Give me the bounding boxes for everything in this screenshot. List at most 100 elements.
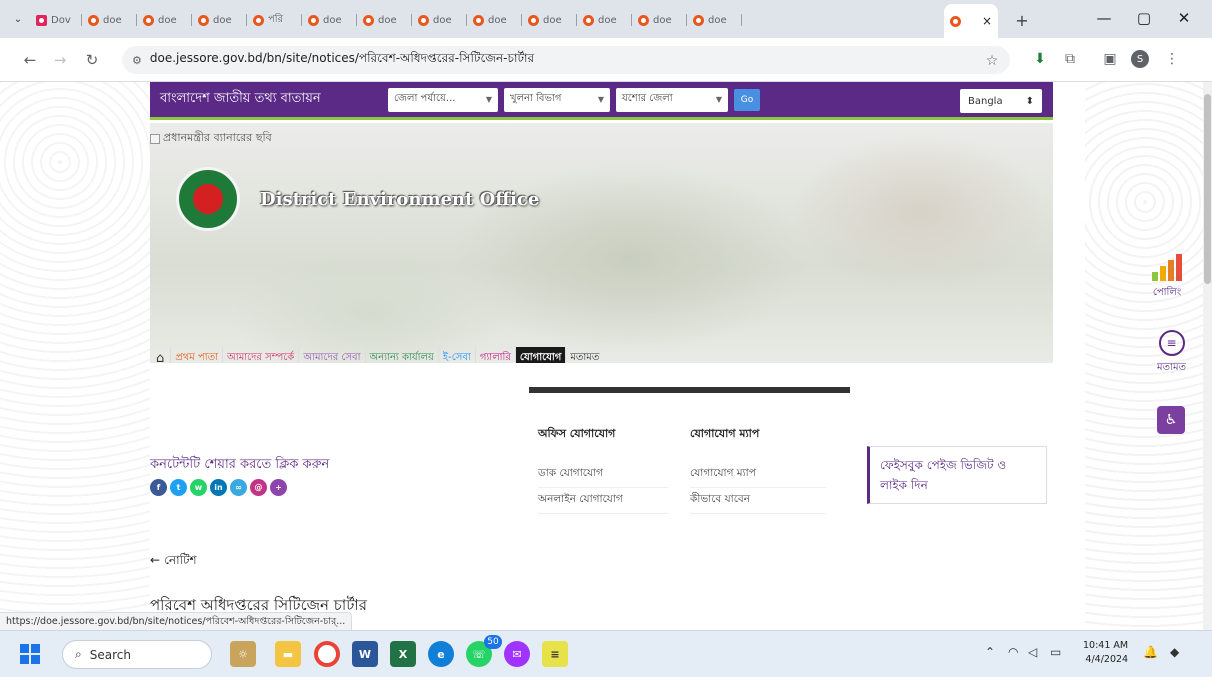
- tab-active[interactable]: ×: [944, 4, 998, 38]
- bookmark-star-icon[interactable]: ☆: [980, 49, 1004, 73]
- district-level-select[interactable]: জেলা পর্যায়ে... ▼: [388, 87, 498, 112]
- go-button[interactable]: Go: [734, 88, 760, 111]
- nav-contact[interactable]: যোগাযোগ: [515, 347, 567, 363]
- notepad-icon[interactable]: ≡: [542, 641, 568, 667]
- accessibility-widget[interactable]: ♿: [1157, 406, 1185, 434]
- government-seal-logo[interactable]: [176, 167, 240, 231]
- page-scrollbar[interactable]: [1203, 82, 1212, 630]
- tab-item[interactable]: doe: [467, 6, 522, 34]
- forward-arrow-icon[interactable]: →: [48, 48, 72, 72]
- side-panel-icon[interactable]: ▣: [1098, 47, 1122, 71]
- office-contact-column: অফিস যোগাযোগ ডাক যোগাযোগ অনলাইন যোগাযোগ: [538, 425, 668, 514]
- email-share-icon[interactable]: @: [250, 479, 267, 496]
- copilot-icon[interactable]: ◆: [1170, 645, 1179, 659]
- district-select[interactable]: যশোর জেলা ▼: [616, 87, 728, 112]
- nav-gallery[interactable]: গ্যালারি: [476, 347, 516, 363]
- tab-item[interactable]: পরি: [247, 6, 302, 34]
- how-to-go-link[interactable]: কীভাবে যাবেন: [690, 488, 826, 514]
- widget-icon[interactable]: ☼: [230, 641, 256, 667]
- poll-widget[interactable]: পোলিং: [1150, 252, 1184, 302]
- battery-icon[interactable]: ▭: [1050, 645, 1061, 659]
- notification-bell-icon[interactable]: 🔔: [1143, 645, 1158, 659]
- site-favicon-icon: [308, 14, 319, 26]
- new-tab-button[interactable]: +: [1010, 8, 1034, 32]
- back-arrow-icon[interactable]: ←: [18, 48, 42, 72]
- feedback-label: মতামত: [1157, 362, 1187, 373]
- site-favicon-icon: [88, 14, 99, 26]
- tab-item[interactable]: doe: [357, 6, 412, 34]
- tab-item[interactable]: doe: [82, 6, 137, 34]
- word-icon[interactable]: W: [352, 641, 378, 667]
- volume-icon[interactable]: ◁: [1028, 645, 1037, 659]
- profile-avatar[interactable]: S: [1128, 47, 1152, 71]
- file-explorer-icon[interactable]: ▬: [275, 641, 301, 667]
- notice-back-link[interactable]: ← নোটিশ: [150, 552, 197, 572]
- extensions-icon[interactable]: ⧉: [1058, 47, 1082, 71]
- clock-date: 4/4/2024: [1085, 654, 1129, 665]
- nav-opinion[interactable]: মতামত: [566, 347, 603, 363]
- nav-about[interactable]: আমাদের সম্পর্কে: [223, 347, 300, 363]
- portal-topbar: বাংলাদেশ জাতীয় তথ্য বাতায়ন জেলা পর্যায…: [150, 82, 1053, 120]
- division-select[interactable]: খুলনা বিভাগ ▼: [504, 87, 610, 112]
- messenger-icon[interactable]: ✉: [504, 641, 530, 667]
- facebook-page-box[interactable]: ফেইসবুক পেইজ ভিজিট ও লাইক দিন: [867, 446, 1047, 504]
- contact-map-link[interactable]: যোগাযোগ ম্যাপ: [690, 462, 826, 488]
- online-contact-link[interactable]: অনলাইন যোগাযোগ: [538, 488, 668, 514]
- minimize-button[interactable]: —: [1084, 4, 1124, 32]
- language-value: Bangla: [968, 95, 1003, 107]
- tab-item[interactable]: Dov: [30, 6, 82, 34]
- scrollbar-thumb[interactable]: [1204, 94, 1211, 284]
- menu-kebab-icon[interactable]: ⋮: [1160, 47, 1184, 71]
- reload-icon[interactable]: ↻: [80, 48, 104, 72]
- close-window-button[interactable]: ✕: [1164, 4, 1204, 32]
- nav-services[interactable]: আমাদের সেবা: [299, 347, 366, 363]
- tab-label: doe: [598, 14, 617, 26]
- site-banner: প্রধানমন্ত্রীর ব্যানারের ছবি District En…: [150, 123, 1053, 363]
- nav-home[interactable]: প্রথম পাতা: [171, 347, 224, 363]
- tab-close-icon[interactable]: ×: [982, 14, 992, 28]
- linkedin-share-icon[interactable]: in: [210, 479, 227, 496]
- link-share-icon[interactable]: ∞: [230, 479, 247, 496]
- tab-item[interactable]: doe: [192, 6, 247, 34]
- chrome-icon[interactable]: [314, 641, 340, 667]
- nav-eservice[interactable]: ই-সেবা: [439, 347, 476, 363]
- edge-icon[interactable]: e: [428, 641, 454, 667]
- decorative-pattern-left: [0, 82, 150, 630]
- seal-center: [193, 184, 223, 214]
- language-select[interactable]: Bangla ⬍: [960, 89, 1042, 113]
- office-title[interactable]: District Environment Office: [260, 189, 539, 210]
- postal-contact-link[interactable]: ডাক যোগাযোগ: [538, 462, 668, 488]
- feedback-widget[interactable]: ≡ মতামত: [1157, 330, 1186, 377]
- whatsapp-share-icon[interactable]: w: [190, 479, 207, 496]
- windows-taskbar: ⌕ Search ☼ ▬ W X e ☏ 50 ✉ ≡ ⌃ ◠ ◁ ▭ 10:41…: [0, 630, 1212, 677]
- home-icon[interactable]: ⌂: [150, 347, 172, 363]
- tab-item[interactable]: doe: [137, 6, 192, 34]
- address-bar[interactable]: ⚙ doe.jessore.gov.bd/bn/site/notices/পরি…: [122, 46, 1010, 74]
- tab-item[interactable]: doe: [577, 6, 632, 34]
- portal-name[interactable]: বাংলাদেশ জাতীয় তথ্য বাতায়ন: [160, 89, 388, 110]
- site-favicon-icon: [473, 14, 484, 26]
- windows-start-icon[interactable]: [20, 644, 40, 664]
- more-share-icon[interactable]: +: [270, 479, 287, 496]
- tab-label: doe: [653, 14, 672, 26]
- tab-item[interactable]: doe: [632, 6, 687, 34]
- download-icon[interactable]: ⬇: [1028, 47, 1052, 71]
- facebook-share-icon[interactable]: f: [150, 479, 167, 496]
- restore-button[interactable]: ▢: [1124, 4, 1164, 32]
- nav-offices[interactable]: অন্যান্য কার্যালয়: [366, 347, 439, 363]
- tab-item[interactable]: doe: [302, 6, 357, 34]
- clock[interactable]: 10:41 AM 4/4/2024: [1083, 639, 1128, 667]
- taskbar-search[interactable]: ⌕ Search: [62, 640, 212, 669]
- site-favicon-icon: [638, 14, 649, 26]
- tab-item[interactable]: doe: [522, 6, 577, 34]
- site-favicon-icon: [418, 14, 429, 26]
- wifi-icon[interactable]: ◠: [1008, 645, 1018, 659]
- excel-icon[interactable]: X: [390, 641, 416, 667]
- tab-item[interactable]: doe: [412, 6, 467, 34]
- twitter-share-icon[interactable]: t: [170, 479, 187, 496]
- tab-label: Dov: [51, 14, 71, 26]
- tab-search-icon[interactable]: ⌄: [8, 10, 28, 28]
- tab-item[interactable]: doe: [687, 6, 742, 34]
- site-info-icon[interactable]: ⚙: [132, 54, 142, 67]
- tray-chevron-icon[interactable]: ⌃: [985, 645, 995, 659]
